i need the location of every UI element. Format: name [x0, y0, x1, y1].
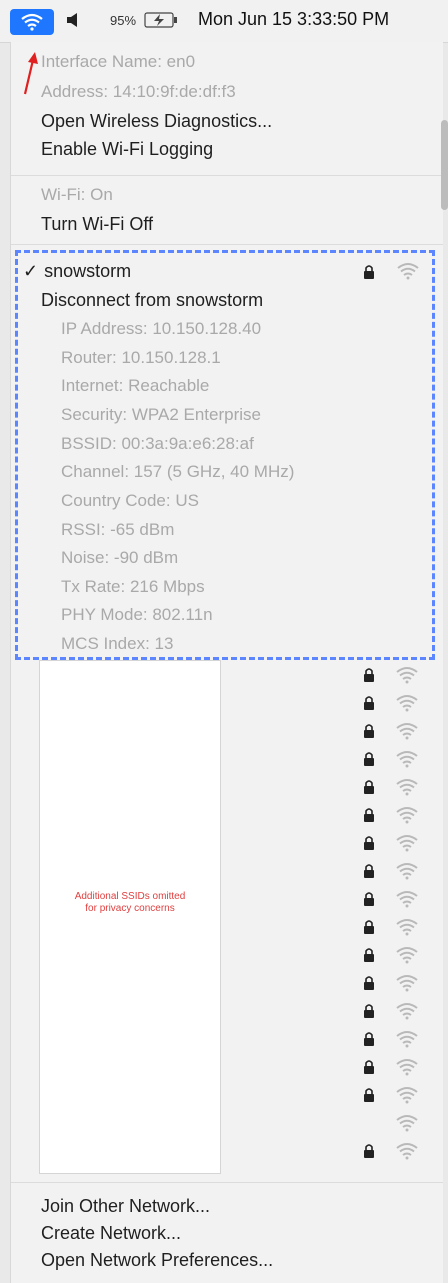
- disconnect-network-item[interactable]: Disconnect from snowstorm: [41, 290, 263, 311]
- lock-icon: [364, 668, 374, 682]
- network-row[interactable]: [351, 804, 431, 828]
- wifi-icon: [21, 13, 43, 31]
- lock-icon: [364, 864, 374, 878]
- wifi-signal-icon: [396, 723, 418, 740]
- wifi-signal-icon: [396, 667, 418, 684]
- menu-divider: [11, 175, 443, 176]
- network-row[interactable]: [351, 1000, 431, 1024]
- wifi-signal-icon: [396, 751, 418, 768]
- create-network-item[interactable]: Create Network...: [41, 1223, 181, 1244]
- current-network-ssid-row[interactable]: ✓ snowstorm: [23, 261, 131, 282]
- network-row[interactable]: [351, 944, 431, 968]
- interface-address: Address: 14:10:9f:de:df:f3: [41, 82, 236, 101]
- detail-tx-rate: Tx Rate: 216 Mbps: [61, 577, 205, 596]
- detail-security: Security: WPA2 Enterprise: [61, 405, 261, 424]
- lock-icon: [364, 1060, 374, 1074]
- wifi-signal-icon: [396, 1031, 418, 1048]
- detail-bssid: BSSID: 00:3a:9a:e6:28:af: [61, 434, 254, 453]
- lock-icon: [364, 836, 374, 850]
- enable-wifi-logging-item[interactable]: Enable Wi-Fi Logging: [41, 139, 213, 160]
- network-row[interactable]: [351, 1140, 431, 1164]
- lock-icon: [364, 1032, 374, 1046]
- open-network-preferences-item[interactable]: Open Network Preferences...: [41, 1250, 273, 1271]
- wifi-signal-icon: [396, 1115, 418, 1132]
- network-row[interactable]: [351, 1084, 431, 1108]
- network-row[interactable]: [351, 972, 431, 996]
- detail-internet: Internet: Reachable: [61, 376, 210, 395]
- detail-router: Router: 10.150.128.1: [61, 348, 221, 367]
- lock-icon: [364, 892, 374, 906]
- network-row[interactable]: [351, 888, 431, 912]
- menu-divider: [11, 244, 443, 245]
- lock-icon: [364, 1088, 374, 1102]
- network-row[interactable]: [351, 664, 431, 688]
- redacted-ssid-list: Additional SSIDs omitted for privacy con…: [39, 660, 221, 1174]
- checkmark-icon: ✓: [23, 261, 39, 281]
- lock-icon: [364, 1144, 374, 1158]
- wifi-status: Wi-Fi: On: [41, 185, 113, 204]
- detail-noise: Noise: -90 dBm: [61, 548, 179, 567]
- wifi-signal-icon: [396, 1003, 418, 1020]
- wifi-signal-icon: [396, 919, 418, 936]
- network-row[interactable]: [351, 1112, 431, 1136]
- battery-percent: 95%: [110, 13, 137, 28]
- detail-rssi: RSSI: -65 dBm: [61, 520, 175, 539]
- privacy-note: Additional SSIDs omitted for privacy con…: [74, 891, 186, 914]
- wifi-signal-icon: [396, 835, 418, 852]
- interface-name: Interface Name: en0: [41, 52, 196, 71]
- wifi-signal-icon: [396, 947, 418, 964]
- detail-channel: Channel: 157 (5 GHz, 40 MHz): [61, 462, 295, 481]
- wifi-signal-icon: [397, 263, 419, 280]
- wifi-signal-icon: [396, 1087, 418, 1104]
- scrollbar-thumb[interactable]: [441, 120, 448, 210]
- network-row[interactable]: [351, 748, 431, 772]
- lock-icon: [364, 696, 374, 710]
- detail-ip-address: IP Address: 10.150.128.40: [61, 319, 262, 338]
- lock-icon: [364, 265, 374, 279]
- current-network-ssid: snowstorm: [44, 261, 132, 281]
- wifi-signal-icon: [396, 1059, 418, 1076]
- wifi-dropdown-menu: Interface Name: en0 Address: 14:10:9f:de…: [10, 42, 448, 1283]
- lock-icon: [364, 780, 374, 794]
- detail-mcs-index: MCS Index: 13: [61, 634, 174, 653]
- wifi-signal-icon: [396, 1143, 418, 1160]
- menubar-clock[interactable]: Mon Jun 15 3:33:50 PM: [198, 9, 389, 30]
- lock-icon: [364, 724, 374, 738]
- network-row[interactable]: [351, 692, 431, 716]
- network-row[interactable]: [351, 776, 431, 800]
- wifi-signal-icon: [396, 975, 418, 992]
- network-row[interactable]: [351, 1028, 431, 1052]
- join-other-network-item[interactable]: Join Other Network...: [41, 1196, 210, 1217]
- wifi-signal-icon: [396, 807, 418, 824]
- lock-icon: [364, 1004, 374, 1018]
- wifi-signal-icon: [396, 863, 418, 880]
- battery-icon[interactable]: [144, 12, 178, 28]
- wifi-menu-button[interactable]: [10, 9, 54, 35]
- wifi-signal-icon: [396, 779, 418, 796]
- lock-icon: [364, 976, 374, 990]
- lock-icon: [364, 752, 374, 766]
- lock-icon: [364, 948, 374, 962]
- menu-divider: [11, 1182, 443, 1183]
- network-row[interactable]: [351, 916, 431, 940]
- detail-phy-mode: PHY Mode: 802.11n: [61, 605, 213, 624]
- lock-icon: [364, 808, 374, 822]
- current-network-highlight: [15, 250, 435, 660]
- turn-wifi-off-item[interactable]: Turn Wi-Fi Off: [41, 214, 153, 235]
- open-wireless-diagnostics-item[interactable]: Open Wireless Diagnostics...: [41, 111, 272, 132]
- network-row[interactable]: [351, 720, 431, 744]
- speaker-icon[interactable]: [66, 12, 82, 28]
- network-row[interactable]: [351, 860, 431, 884]
- network-row[interactable]: [351, 1056, 431, 1080]
- wifi-signal-icon: [396, 891, 418, 908]
- menu-bar: 95% Mon Jun 15 3:33:50 PM: [0, 0, 448, 43]
- red-arrow-icon: [23, 52, 38, 95]
- network-row[interactable]: [351, 832, 431, 856]
- wifi-signal-icon: [396, 695, 418, 712]
- lock-icon: [364, 920, 374, 934]
- detail-country-code: Country Code: US: [61, 491, 199, 510]
